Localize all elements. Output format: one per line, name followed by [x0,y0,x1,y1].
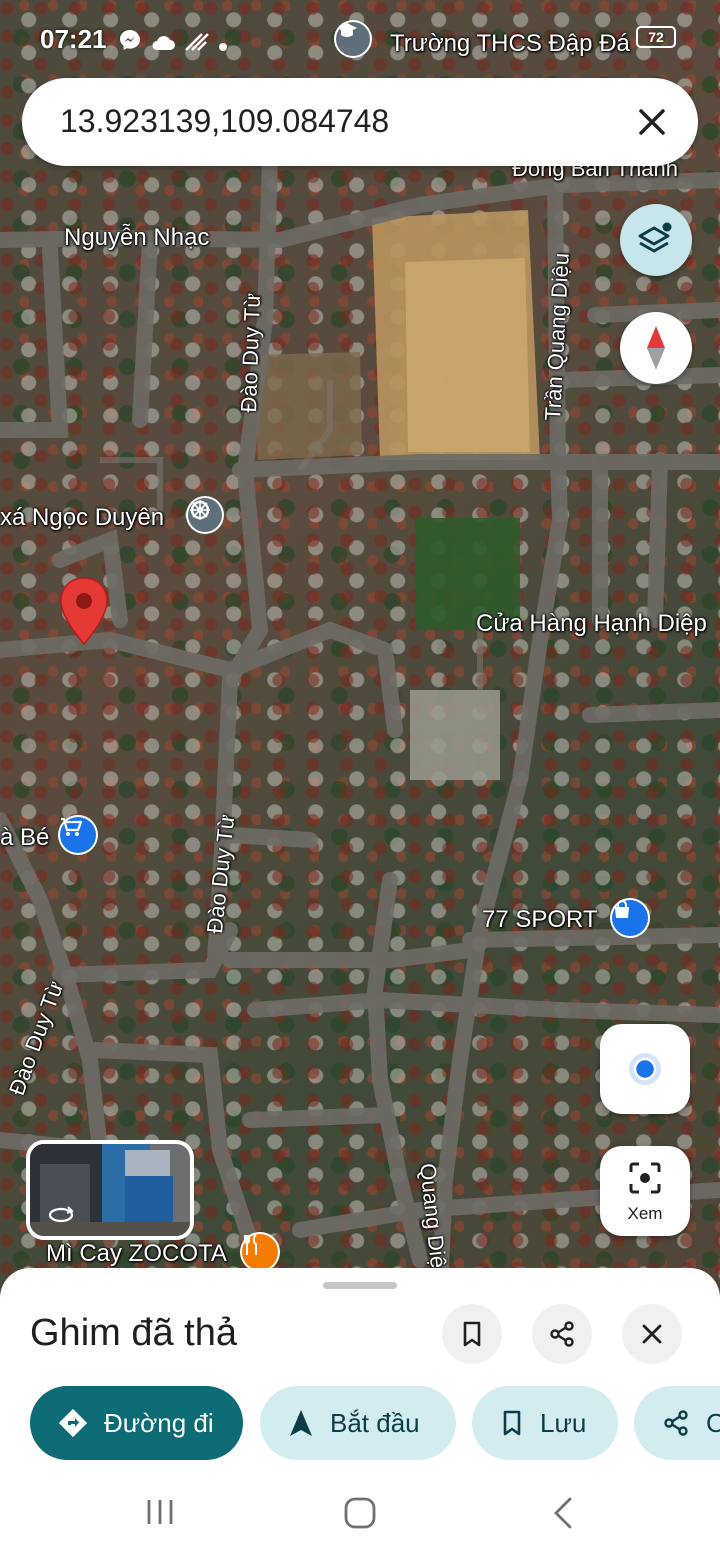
close-sheet-button[interactable] [622,1304,682,1364]
layers-button[interactable] [620,204,692,276]
map-label-hanh-diep[interactable]: Cửa Hàng Hạnh Diệp [476,610,707,638]
share-icon [664,1410,688,1436]
compass-icon [647,326,665,370]
save-label: Lưu [540,1407,587,1438]
save-icon-button[interactable] [442,1304,502,1364]
bookmark-icon [463,1321,481,1347]
layers-icon [638,222,672,253]
restaurant-icon[interactable] [242,1234,278,1270]
status-bar: 07:21 72 [0,0,720,70]
share-icon [550,1321,574,1347]
bookmark-icon [503,1410,521,1436]
close-icon[interactable] [628,98,676,146]
360-rotate-icon [48,1206,74,1223]
data-saver-icon [184,28,210,59]
lens-button[interactable]: Xem [600,1146,690,1236]
map-label-ba-be[interactable]: à Bé [0,824,49,852]
map-label-dao-duy-tu-1: Đào Duy Từ [236,292,266,413]
sheet-title: Ghim đã thả [30,1312,237,1354]
map-label-77-sport[interactable]: 77 SPORT [482,906,598,934]
recent-apps-icon[interactable] [144,1496,176,1528]
share-chip[interactable]: C [634,1386,720,1460]
compass-button[interactable] [620,312,692,384]
lens-label: Xem [627,1204,663,1223]
camera-lens-icon [629,1162,661,1194]
back-icon[interactable] [550,1496,576,1530]
share-icon-button[interactable] [532,1304,592,1364]
my-location-icon [629,1053,661,1085]
share-label: C [706,1407,720,1438]
notification-dot-icon [218,28,228,59]
map-label-mi-cay[interactable]: Mì Cay ZOCOTA [46,1240,227,1268]
search-bar[interactable]: 13.923139,109.084748 [22,78,698,166]
status-icons [118,28,228,59]
directions-icon [58,1408,88,1438]
navigation-arrow-icon [290,1410,312,1436]
place-bottom-sheet[interactable]: Ghim đã thả Đường đi Bắt đầu Lưu C [0,1268,720,1560]
temple-icon[interactable] [188,498,222,532]
dropped-pin-icon[interactable] [58,576,110,646]
drag-handle[interactable] [323,1282,397,1289]
status-time: 07:21 [40,24,107,54]
home-icon[interactable] [343,1496,377,1530]
close-icon [642,1324,662,1344]
save-chip[interactable]: Lưu [472,1386,618,1460]
cloud-icon [150,28,176,59]
my-location-button[interactable] [600,1024,690,1114]
directions-chip[interactable]: Đường đi [30,1386,243,1460]
system-navigation-bar [0,1476,720,1560]
start-label: Bắt đầu [330,1407,420,1438]
shopping-bag-icon[interactable] [612,900,648,936]
map-label-ngoc-duyen[interactable]: xá Ngọc Duyên [0,504,164,532]
shopping-cart-icon[interactable] [60,817,96,853]
street-view-thumbnail[interactable] [26,1140,194,1240]
battery-icon: 72 [636,26,676,48]
messenger-icon [118,28,142,59]
search-input[interactable]: 13.923139,109.084748 [60,103,389,140]
directions-label: Đường đi [104,1407,214,1438]
start-chip[interactable]: Bắt đầu [260,1386,456,1460]
action-chip-row[interactable]: Đường đi Bắt đầu Lưu C [0,1384,720,1464]
map-label-nguyen-nhac: Nguyễn Nhạc [64,224,210,251]
battery-level: 72 [648,29,664,45]
